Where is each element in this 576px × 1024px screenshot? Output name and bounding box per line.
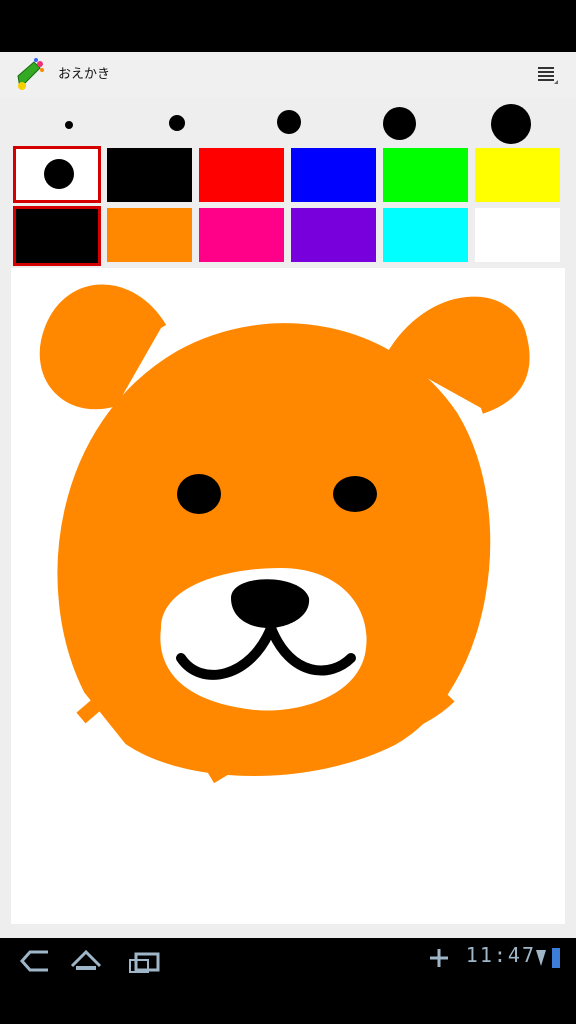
drawing-canvas[interactable] <box>11 268 565 924</box>
color-green[interactable] <box>383 148 468 202</box>
action-bar: おえかき <box>0 52 576 98</box>
color-red[interactable] <box>199 148 284 202</box>
color-white[interactable] <box>475 208 560 262</box>
color-yellow[interactable] <box>475 148 560 202</box>
brush-size-1[interactable] <box>65 121 73 129</box>
clock: 11:47 <box>465 943 536 967</box>
brush-size-3[interactable] <box>277 110 301 134</box>
brush-size-5[interactable] <box>491 104 531 144</box>
brush-size-4[interactable] <box>383 107 416 140</box>
color-black[interactable] <box>107 148 192 202</box>
back-icon[interactable] <box>16 944 56 978</box>
app-title: おえかき <box>58 67 111 82</box>
overflow-menu-icon[interactable] <box>536 64 558 86</box>
current-color-preview[interactable] <box>13 146 101 203</box>
recent-apps-icon[interactable] <box>124 944 164 978</box>
current-brush-dot <box>44 159 74 189</box>
app-pencil-icon[interactable] <box>12 56 48 92</box>
right-eye <box>333 476 377 512</box>
color-purple[interactable] <box>291 208 376 262</box>
navigation-bar: 11:47 <box>0 938 576 1024</box>
home-icon[interactable] <box>66 944 106 978</box>
top-bar <box>0 0 576 52</box>
brush-size-2[interactable] <box>169 115 185 131</box>
color-pink[interactable] <box>199 208 284 262</box>
left-eye <box>177 474 221 514</box>
color-blue[interactable] <box>291 148 376 202</box>
bear-drawing <box>39 284 530 784</box>
battery-icon <box>536 948 560 968</box>
color-orange[interactable] <box>107 208 192 262</box>
status-icon-sync <box>430 949 448 967</box>
color-cyan[interactable] <box>383 208 468 262</box>
color-black-selected[interactable] <box>13 206 101 266</box>
